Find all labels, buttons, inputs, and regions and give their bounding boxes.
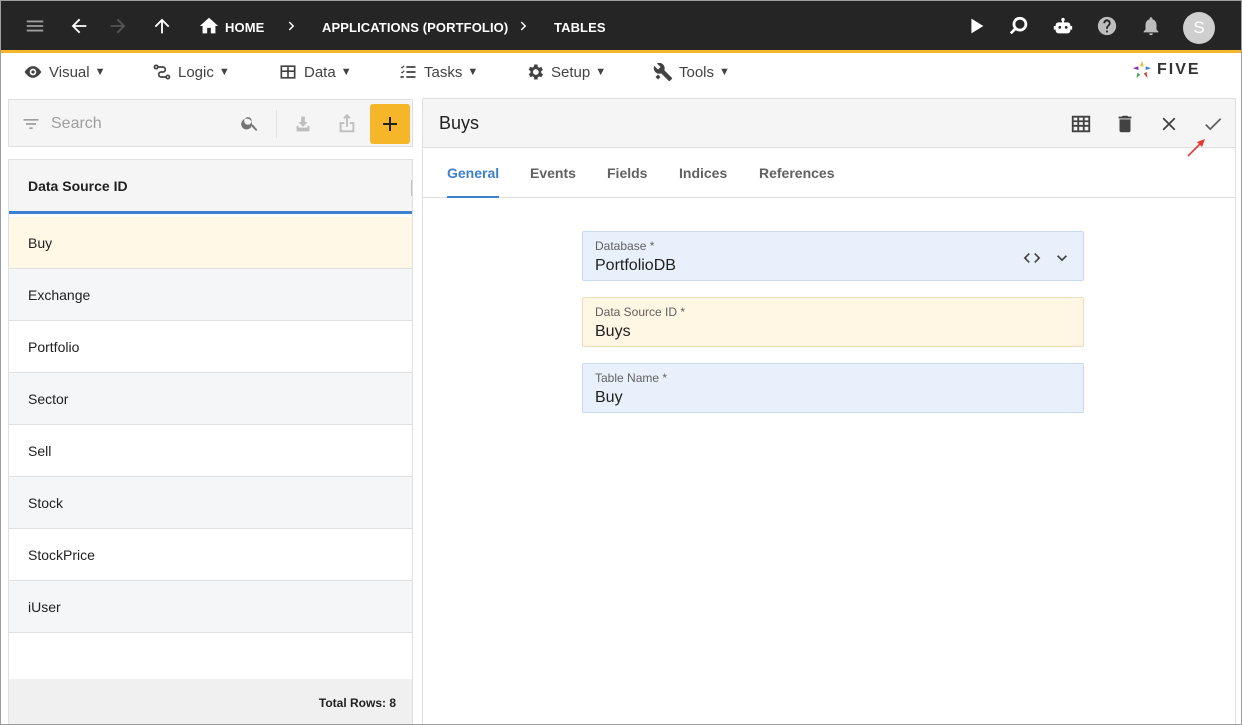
form-header: Buys bbox=[423, 99, 1235, 148]
list-item[interactable]: Exchange bbox=[9, 269, 412, 321]
menu-tools-label: Tools bbox=[679, 63, 715, 81]
record-form: Buys General Events Fields Indices Refer… bbox=[422, 98, 1236, 724]
tab-events[interactable]: Events bbox=[530, 148, 576, 198]
help-icon[interactable] bbox=[1094, 13, 1120, 39]
toolbar-divider bbox=[276, 110, 277, 138]
menu-visual-label: Visual bbox=[49, 63, 90, 81]
total-rows: Total Rows: 8 bbox=[9, 679, 412, 724]
up-arrow-icon[interactable] bbox=[149, 13, 175, 39]
column-resize-handle[interactable] bbox=[411, 180, 412, 196]
menu-tools[interactable]: Tools ▼ bbox=[653, 56, 730, 88]
list-item[interactable]: Stock bbox=[9, 477, 412, 529]
list-toolbar bbox=[8, 99, 413, 147]
form-title: Buys bbox=[439, 113, 480, 133]
table-name-field[interactable]: Table Name * Buy bbox=[582, 363, 1084, 413]
tools-icon bbox=[653, 62, 673, 82]
menu-tasks[interactable]: Tasks ▼ bbox=[398, 56, 478, 88]
top-bar: HOME APPLICATIONS (PORTFOLIO) TABLES S bbox=[1, 1, 1241, 53]
five-logo: FIVE bbox=[1131, 59, 1221, 81]
breadcrumb-home[interactable]: HOME bbox=[225, 1, 264, 53]
save-check-icon[interactable] bbox=[1200, 111, 1226, 137]
caret-down-icon: ▼ bbox=[719, 66, 730, 78]
tab-references[interactable]: References bbox=[759, 148, 835, 198]
delete-icon[interactable] bbox=[1112, 111, 1138, 137]
app-window: HOME APPLICATIONS (PORTFOLIO) TABLES S V bbox=[0, 0, 1242, 725]
robot-icon[interactable] bbox=[1050, 13, 1076, 39]
gear-icon bbox=[528, 64, 543, 80]
chevron-down-icon[interactable] bbox=[1051, 247, 1073, 269]
filter-icon[interactable] bbox=[21, 114, 41, 139]
table-icon bbox=[280, 65, 296, 79]
caret-down-icon: ▼ bbox=[218, 66, 230, 78]
search-icon[interactable] bbox=[240, 113, 260, 138]
menu-data[interactable]: Data ▼ bbox=[278, 56, 352, 88]
play-icon[interactable] bbox=[963, 13, 989, 39]
database-value: PortfolioDB bbox=[595, 257, 676, 274]
caret-down-icon: ▼ bbox=[467, 66, 479, 78]
forward-arrow-icon[interactable] bbox=[105, 13, 131, 39]
data-source-id-value: Buys bbox=[595, 323, 631, 340]
menu-tasks-label: Tasks bbox=[424, 63, 463, 81]
logic-icon bbox=[153, 64, 171, 80]
column-header-data-source-id[interactable]: Data Source ID bbox=[9, 160, 412, 214]
tab-general[interactable]: General bbox=[447, 148, 500, 198]
search-input[interactable] bbox=[51, 112, 231, 136]
eye-icon bbox=[24, 66, 42, 78]
column-header-label: Data Source ID bbox=[28, 177, 128, 194]
back-arrow-icon[interactable] bbox=[66, 13, 92, 39]
export-icon[interactable] bbox=[334, 110, 360, 138]
breadcrumb-tables[interactable]: TABLES bbox=[554, 1, 606, 53]
list-item[interactable]: Buy bbox=[9, 217, 412, 269]
table-name-label: Table Name * bbox=[595, 371, 668, 385]
caret-down-icon: ▼ bbox=[595, 66, 607, 78]
chevron-right-icon bbox=[511, 13, 537, 39]
chevron-right-icon bbox=[279, 13, 305, 39]
table-name-value: Buy bbox=[595, 389, 623, 406]
menu-data-label: Data bbox=[304, 63, 336, 81]
menu-logic-label: Logic bbox=[178, 63, 214, 81]
breadcrumb-applications[interactable]: APPLICATIONS (PORTFOLIO) bbox=[322, 1, 508, 53]
avatar[interactable]: S bbox=[1183, 12, 1215, 44]
code-icon[interactable] bbox=[1021, 247, 1043, 269]
tasks-icon bbox=[400, 65, 416, 78]
hamburger-menu-icon[interactable] bbox=[22, 13, 48, 39]
add-button[interactable] bbox=[370, 104, 410, 144]
menu-setup[interactable]: Setup ▼ bbox=[525, 56, 606, 88]
database-label: Database * bbox=[595, 239, 655, 253]
data-source-id-field[interactable]: Data Source ID * Buys bbox=[582, 297, 1084, 347]
list-item[interactable]: iUser bbox=[9, 581, 412, 633]
database-field[interactable]: Database * PortfolioDB bbox=[582, 231, 1084, 281]
form-tabs: General Events Fields Indices References bbox=[423, 148, 1235, 198]
five-logo-icon bbox=[1132, 60, 1152, 79]
grid-view-icon[interactable] bbox=[1068, 111, 1094, 137]
search-chat-icon[interactable] bbox=[1006, 13, 1032, 39]
menu-visual[interactable]: Visual ▼ bbox=[23, 56, 105, 88]
caret-down-icon: ▼ bbox=[94, 66, 106, 78]
plus-icon bbox=[383, 117, 397, 131]
list-item[interactable]: Sell bbox=[9, 425, 412, 477]
import-icon[interactable] bbox=[290, 110, 316, 138]
bell-icon[interactable] bbox=[1138, 13, 1164, 39]
close-icon[interactable] bbox=[1156, 111, 1182, 137]
home-icon[interactable] bbox=[196, 13, 222, 39]
list-item[interactable]: Portfolio bbox=[9, 321, 412, 373]
caret-down-icon: ▼ bbox=[340, 66, 352, 78]
record-list: Data Source ID Buy Exchange Portfolio Se… bbox=[8, 159, 413, 724]
list-item[interactable]: Sector bbox=[9, 373, 412, 425]
menu-logic[interactable]: Logic ▼ bbox=[152, 56, 230, 88]
five-logo-text: FIVE bbox=[1157, 61, 1201, 78]
data-source-id-label: Data Source ID * bbox=[595, 305, 686, 319]
tab-indices[interactable]: Indices bbox=[679, 148, 727, 198]
tab-fields[interactable]: Fields bbox=[607, 148, 647, 198]
list-item[interactable]: StockPrice bbox=[9, 529, 412, 581]
menu-setup-label: Setup bbox=[551, 63, 591, 81]
menu-bar: Visual ▼ Logic ▼ Data ▼ Tasks ▼ Setup ▼ … bbox=[1, 56, 1241, 92]
